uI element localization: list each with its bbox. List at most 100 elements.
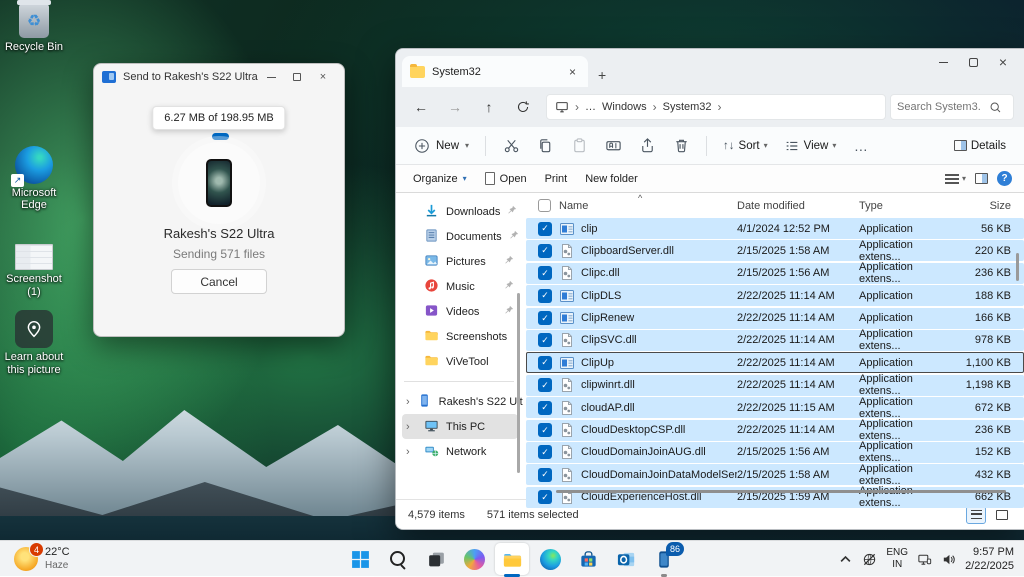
details-view-toggle[interactable] <box>966 506 986 524</box>
new-tab-button[interactable]: + <box>588 67 616 87</box>
new-folder-button[interactable]: New folder <box>576 173 647 185</box>
file-row[interactable]: ✓ CloudDomainJoinDataModelServer.dll 2/1… <box>526 464 1024 485</box>
details-pane-button[interactable]: Details <box>946 140 1014 152</box>
desktop-icon-learn-about-picture[interactable]: Learn about this picture <box>2 310 66 376</box>
minimize-button[interactable] <box>928 49 958 75</box>
row-checkbox[interactable]: ✓ <box>538 490 552 504</box>
cut-button[interactable] <box>494 131 528 161</box>
volume-indicator[interactable] <box>941 552 956 567</box>
refresh-button[interactable] <box>508 93 538 121</box>
hidden-icons-button[interactable] <box>838 552 853 567</box>
sidebar-item-vivetool[interactable]: ViVeTool <box>402 349 518 374</box>
row-checkbox[interactable]: ✓ <box>538 222 552 236</box>
sidebar-item-network[interactable]: › Network <box>402 439 518 464</box>
maximize-button[interactable] <box>958 49 988 75</box>
forward-button[interactable]: → <box>440 93 470 121</box>
paste-button[interactable] <box>562 131 596 161</box>
clock[interactable]: 9:57 PM 2/22/2025 <box>965 545 1018 574</box>
row-checkbox[interactable]: ✓ <box>538 401 552 415</box>
new-button[interactable]: New ▾ <box>406 138 477 154</box>
share-button[interactable] <box>630 131 664 161</box>
delete-button[interactable] <box>664 131 698 161</box>
up-button[interactable]: ↑ <box>474 93 504 121</box>
row-checkbox[interactable]: ✓ <box>538 266 552 280</box>
row-checkbox[interactable]: ✓ <box>538 333 552 347</box>
column-header-size[interactable]: Size <box>953 200 1011 212</box>
tab-system32[interactable]: System32 × <box>402 56 588 87</box>
large-icons-view-toggle[interactable] <box>992 506 1012 524</box>
phone-link-button[interactable]: 86 <box>647 543 681 575</box>
row-checkbox[interactable]: ✓ <box>538 311 552 325</box>
file-row[interactable]: ✓ ClipRenew 2/22/2025 11:14 AM Applicati… <box>526 308 1024 329</box>
start-button[interactable] <box>343 543 377 575</box>
network-indicator[interactable] <box>917 552 932 567</box>
row-checkbox[interactable]: ✓ <box>538 423 552 437</box>
sidebar-item-pictures[interactable]: Pictures <box>402 249 518 274</box>
file-explorer-button[interactable] <box>495 543 529 575</box>
sort-button[interactable]: ↑↓ Sort ▾ <box>715 140 776 152</box>
tab-close-icon[interactable]: × <box>565 65 580 79</box>
file-row[interactable]: ✓ Clipc.dll 2/15/2025 1:56 AM Applicatio… <box>526 263 1024 284</box>
minimize-button[interactable] <box>258 67 284 87</box>
file-row[interactable]: ✓ clip 4/1/2024 12:52 PM Application 56 … <box>526 218 1024 239</box>
more-options-button[interactable]: … <box>844 131 878 161</box>
back-button[interactable]: ← <box>406 93 436 121</box>
sidebar-item-documents[interactable]: Documents <box>402 224 518 249</box>
outlook-button[interactable] <box>609 543 643 575</box>
change-view-button[interactable]: ▾ <box>945 174 966 184</box>
close-button[interactable]: × <box>988 49 1018 75</box>
column-header-type[interactable]: Type <box>859 200 953 212</box>
maximize-button[interactable] <box>284 67 310 87</box>
file-row[interactable]: ✓ ClipDLS 2/22/2025 11:14 AM Application… <box>526 285 1024 306</box>
select-all-checkbox[interactable] <box>538 199 551 212</box>
preview-pane-icon[interactable] <box>975 173 988 184</box>
sidebar-item-this-pc[interactable]: › This PC <box>402 414 518 439</box>
search-box[interactable] <box>890 94 1014 120</box>
sidebar-item-screenshots[interactable]: Screenshots <box>402 324 518 349</box>
print-button[interactable]: Print <box>536 173 577 185</box>
breadcrumb-item-windows[interactable]: Windows <box>602 101 647 113</box>
sidebar-item-rakesh-s-s22-ult[interactable]: › Rakesh's S22 Ult <box>402 389 518 414</box>
desktop-icon-screenshot[interactable]: Screenshot (1) <box>2 238 66 298</box>
row-checkbox[interactable]: ✓ <box>538 244 552 258</box>
rename-button[interactable] <box>596 131 630 161</box>
breadcrumb-ellipsis[interactable]: … <box>585 101 596 113</box>
file-row[interactable]: ✓ CloudDesktopCSP.dll 2/22/2025 11:14 AM… <box>526 420 1024 441</box>
row-checkbox[interactable]: ✓ <box>538 356 552 370</box>
file-row[interactable]: ✓ ClipUp 2/22/2025 11:14 AM Application … <box>526 352 1024 373</box>
file-row[interactable]: ✓ clipwinrt.dll 2/22/2025 11:14 AM Appli… <box>526 375 1024 396</box>
search-button[interactable] <box>381 543 415 575</box>
breadcrumb-item-system32[interactable]: System32 <box>663 101 712 113</box>
copy-button[interactable] <box>528 131 562 161</box>
edge-button[interactable] <box>533 543 567 575</box>
vertical-scrollbar[interactable] <box>1016 253 1019 281</box>
close-button[interactable]: × <box>310 67 336 87</box>
help-button[interactable]: ? <box>997 171 1012 186</box>
row-checkbox[interactable]: ✓ <box>538 378 552 392</box>
sidebar-item-music[interactable]: Music <box>402 274 518 299</box>
file-row[interactable]: ✓ cloudAP.dll 2/22/2025 11:15 AM Applica… <box>526 397 1024 418</box>
file-row[interactable]: ✓ ClipboardServer.dll 2/15/2025 1:58 AM … <box>526 240 1024 261</box>
breadcrumb[interactable]: › … Windows › System32 › <box>546 94 886 120</box>
row-checkbox[interactable]: ✓ <box>538 289 552 303</box>
language-indicator[interactable]: ENG IN <box>886 547 908 571</box>
sidebar-item-videos[interactable]: Videos <box>402 299 518 324</box>
search-input[interactable] <box>897 101 989 113</box>
desktop-icon-recycle-bin[interactable]: ♻ Recycle Bin <box>2 4 66 54</box>
column-header-date-modified[interactable]: Date modified <box>737 200 859 212</box>
microsoft-store-button[interactable] <box>571 543 605 575</box>
organize-button[interactable]: Organize ▾ <box>404 173 476 185</box>
row-checkbox[interactable]: ✓ <box>538 468 552 482</box>
task-view-button[interactable] <box>419 543 453 575</box>
desktop-icon-edge[interactable]: ↗ Microsoft Edge <box>2 146 66 212</box>
file-row[interactable]: ✓ ClipSVC.dll 2/22/2025 11:14 AM Applica… <box>526 330 1024 351</box>
no-internet-indicator[interactable] <box>862 552 877 567</box>
weather-widget[interactable]: 4 22°C Haze <box>8 544 76 574</box>
column-header-name[interactable]: Name <box>559 200 737 212</box>
copilot-button[interactable] <box>457 543 491 575</box>
file-row[interactable]: ✓ CloudDomainJoinAUG.dll 2/15/2025 1:56 … <box>526 442 1024 463</box>
view-button[interactable]: View ▾ <box>776 138 845 154</box>
row-checkbox[interactable]: ✓ <box>538 445 552 459</box>
cancel-button[interactable]: Cancel <box>171 269 267 294</box>
sidebar-item-downloads[interactable]: Downloads <box>402 199 518 224</box>
